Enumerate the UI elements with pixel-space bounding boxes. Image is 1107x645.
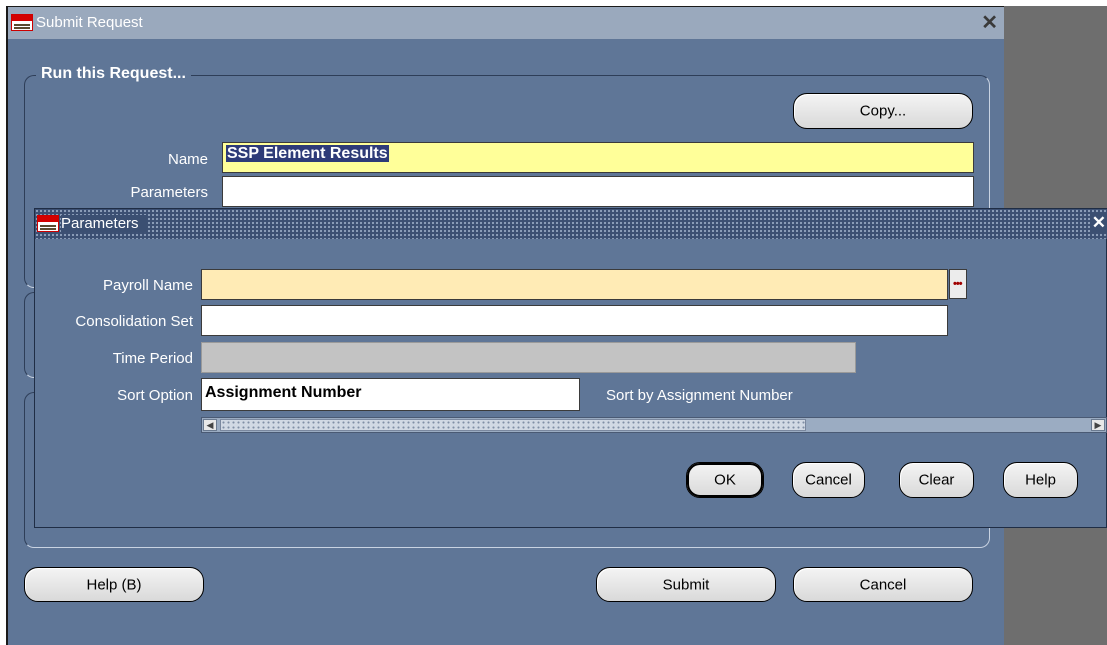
help-button-label: Help (B) (86, 576, 142, 593)
sort-option-description: Sort by Assignment Number (606, 387, 793, 404)
close-icon[interactable]: ✕ (981, 10, 998, 35)
time-period-label: Time Period (112, 350, 193, 367)
time-period-field[interactable] (201, 342, 856, 373)
help-button[interactable]: Help (B) (24, 567, 204, 602)
name-label: Name (167, 151, 208, 168)
ok-button-label: OK (714, 471, 736, 489)
scrollbar-thumb[interactable] (220, 419, 806, 431)
submit-button[interactable]: Submit (596, 567, 776, 602)
ok-button[interactable]: OK (686, 462, 764, 498)
sort-option-label: Sort Option (117, 387, 193, 404)
help-button-label: Help (1025, 471, 1056, 489)
consolidation-set-field[interactable] (201, 305, 948, 336)
scroll-left-icon[interactable]: ◀ (203, 419, 217, 431)
payroll-name-field[interactable] (201, 269, 948, 300)
oracle-logo-icon (11, 14, 33, 31)
help-button[interactable]: Help (1003, 462, 1078, 498)
cancel-button[interactable]: Cancel (793, 567, 973, 602)
payroll-name-label: Payroll Name (102, 277, 193, 294)
consolidation-set-label: Consolidation Set (75, 313, 193, 330)
sort-option-field[interactable]: Assignment Number (201, 378, 580, 411)
oracle-logo-icon (37, 215, 59, 232)
scroll-right-icon[interactable]: ▶ (1091, 419, 1105, 431)
list-of-values-button[interactable]: ••• (949, 269, 967, 299)
submit-button-label: Submit (662, 576, 710, 593)
copy-button[interactable]: Copy... (793, 93, 973, 129)
cancel-button-label: Cancel (859, 576, 907, 593)
run-request-legend: Run this Request... (36, 65, 191, 83)
horizontal-scrollbar[interactable]: ◀ ▶ (201, 417, 1107, 433)
copy-button-label: Copy... (859, 102, 907, 120)
parameters-dialog: Parameters ✕ Payroll Name ••• Consolidat… (34, 208, 1107, 528)
ellipsis-icon: ••• (953, 278, 963, 290)
window-title-bar[interactable]: Submit Request ✕ (8, 7, 1004, 39)
cancel-button[interactable]: Cancel (792, 462, 865, 498)
parameters-label: Parameters (130, 184, 208, 201)
parameters-title: Parameters (61, 215, 147, 232)
name-field[interactable]: SSP Element Results (222, 142, 974, 173)
name-field-value: SSP Element Results (226, 145, 389, 162)
clear-button[interactable]: Clear (899, 462, 974, 498)
clear-button-label: Clear (918, 471, 955, 489)
cancel-button-label: Cancel (805, 471, 852, 489)
parameters-field[interactable] (222, 176, 974, 207)
close-icon[interactable]: ✕ (1089, 213, 1107, 233)
window-title: Submit Request (36, 14, 143, 31)
parameters-title-bar[interactable]: Parameters ✕ (35, 209, 1107, 239)
